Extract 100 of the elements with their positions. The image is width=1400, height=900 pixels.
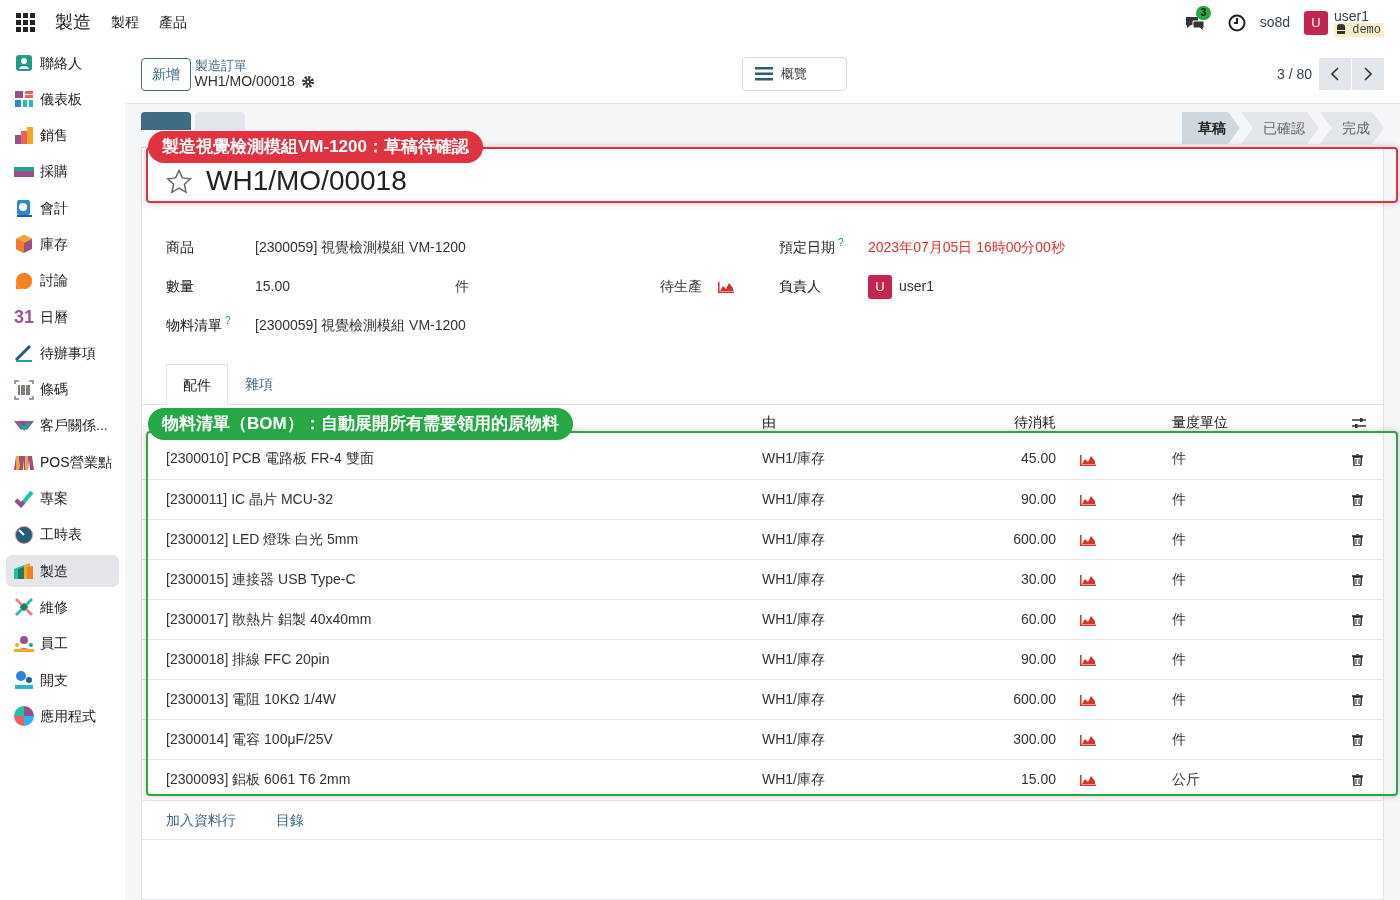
calendar-icon: 31	[14, 307, 35, 328]
tab[interactable]: 雜項	[228, 364, 290, 404]
sidebar-item[interactable]: 工時表	[6, 518, 119, 551]
location-cell: WH1/庫存	[762, 690, 825, 707]
product-cell: [2300014] 電容 100μF/25V	[166, 730, 333, 747]
chevron-left-icon	[1331, 67, 1339, 81]
column-header[interactable]: 量度單位	[1172, 413, 1228, 430]
product-cell: [2300012] LED 燈珠 白光 5mm	[166, 530, 359, 547]
field-value: [2300059] 視覺檢測模組 VM-1200	[255, 238, 466, 257]
sidebar-item[interactable]: 待辦事項	[6, 337, 119, 370]
sidebar-item[interactable]: 聯絡人	[6, 47, 119, 79]
sidebar-label: POS營業點	[40, 452, 112, 472]
next-button[interactable]	[1352, 58, 1384, 90]
star-icon[interactable]	[166, 168, 192, 194]
forecast-chart-icon[interactable]	[1080, 533, 1096, 546]
status-stage[interactable]: 已確認	[1241, 112, 1319, 144]
overview-button[interactable]: 概覽	[741, 57, 847, 91]
sidebar-label: 專案	[40, 489, 68, 509]
column-header[interactable]: 由	[762, 413, 776, 430]
app-title[interactable]: 製造	[55, 9, 91, 36]
sidebar-label: 工時表	[40, 525, 82, 545]
menu-icon	[754, 67, 773, 81]
forecast-chart-icon[interactable]	[1080, 773, 1096, 786]
sidebar-label: 聯絡人	[40, 53, 82, 73]
trash-icon[interactable]	[1352, 693, 1363, 706]
person-card-icon	[14, 53, 34, 73]
sidebar-label: 應用程式	[40, 706, 96, 726]
sidebar-item[interactable]: 31 日曆	[6, 301, 119, 334]
trash-icon[interactable]	[1352, 773, 1363, 786]
sidebar-item[interactable]: 應用程式	[6, 700, 119, 733]
forecast-chart-icon[interactable]	[1080, 573, 1096, 586]
tab[interactable]: 配件	[166, 364, 228, 405]
app-grid-icon[interactable]	[16, 13, 35, 32]
menu-item[interactable]: 製程	[111, 12, 139, 33]
product-cell: [2300011] IC 晶片 MCU-32	[166, 490, 334, 507]
column-header[interactable]: 待消耗	[1014, 413, 1056, 430]
sidebar-item[interactable]: 維修	[6, 591, 119, 624]
sidebar-item[interactable]: 製造	[6, 555, 119, 588]
catalog-link[interactable]: 目錄	[276, 809, 304, 831]
unit-cell: 件	[1172, 450, 1186, 467]
sidebar-label: 開支	[40, 670, 68, 690]
trash-icon[interactable]	[1352, 453, 1363, 466]
database-icon	[1337, 24, 1345, 35]
sidebar-item[interactable]: 條碼	[6, 373, 119, 406]
previous-button[interactable]	[1319, 58, 1351, 90]
breadcrumb-link[interactable]: 製造訂單	[194, 58, 314, 73]
sidebar-item[interactable]: 開支	[6, 664, 119, 697]
sidebar-item[interactable]: 專案	[6, 482, 119, 515]
company-name[interactable]: so8d	[1259, 12, 1290, 33]
sidebar-item[interactable]: 採購	[6, 155, 119, 188]
forecast-chart-icon[interactable]	[1080, 653, 1096, 666]
location-cell: WH1/庫存	[762, 770, 825, 787]
trash-icon[interactable]	[1352, 533, 1363, 546]
barcode-icon	[14, 379, 34, 400]
forecast-chart-icon[interactable]	[1080, 493, 1096, 506]
sidebar-item[interactable]: 員工	[6, 627, 119, 660]
new-button[interactable]: 新增	[141, 57, 191, 91]
trash-icon[interactable]	[1352, 613, 1363, 626]
forecast-chart-icon[interactable]	[718, 280, 734, 293]
sidebar-item[interactable]: 會計	[6, 192, 119, 225]
status-stage[interactable]: 完成	[1320, 112, 1384, 144]
message-count-badge: 3	[1195, 6, 1212, 20]
sidebar-label: 條碼	[40, 380, 68, 400]
add-line-link[interactable]: 加入資料行	[166, 809, 236, 831]
location-cell: WH1/庫存	[762, 530, 825, 547]
sidebar-item[interactable]: 銷售	[6, 119, 119, 152]
user-avatar[interactable]: U	[1304, 10, 1328, 35]
forecast-chart-icon[interactable]	[1080, 733, 1096, 746]
sidebar-item[interactable]: 客戶關係...	[6, 409, 119, 442]
gear-icon[interactable]	[301, 75, 314, 88]
forecast-chart-icon[interactable]	[1080, 453, 1096, 466]
user-avatar: U	[868, 274, 892, 299]
trash-icon[interactable]	[1352, 733, 1363, 746]
trash-icon[interactable]	[1352, 653, 1363, 666]
help-icon[interactable]: ?	[225, 315, 231, 326]
location-cell: WH1/庫存	[762, 650, 825, 667]
sidebar-label: 銷售	[40, 126, 68, 146]
chat-icon[interactable]	[1183, 14, 1206, 33]
field-label: 數量	[166, 277, 195, 296]
trash-icon[interactable]	[1352, 573, 1363, 586]
location-cell: WH1/庫存	[762, 570, 825, 587]
forecast-chart-icon[interactable]	[1080, 693, 1096, 706]
pager-text: 3 / 80	[1276, 64, 1312, 84]
menu-item[interactable]: 產品	[159, 12, 187, 33]
sidebar-item[interactable]: 儀表板	[6, 83, 119, 116]
product-cell: [2300015] 連接器 USB Type-C	[166, 570, 356, 587]
unit-cell: 件	[1172, 610, 1186, 627]
sidebar-label: 客戶關係...	[40, 416, 108, 436]
clock-icon[interactable]	[1227, 13, 1246, 32]
sidebar-item[interactable]: POS營業點	[6, 446, 119, 479]
field-value: user1	[899, 277, 935, 296]
cross-bandage-icon	[14, 597, 34, 618]
trash-icon[interactable]	[1352, 493, 1363, 506]
column-settings-icon[interactable]	[1352, 416, 1366, 429]
help-icon[interactable]: ?	[838, 237, 844, 248]
quantity-cell: 90.00	[1020, 490, 1056, 507]
sidebar-item[interactable]: 討論	[6, 264, 119, 297]
forecast-chart-icon[interactable]	[1080, 613, 1096, 626]
sidebar-item[interactable]: 庫存	[6, 228, 119, 261]
status-stage[interactable]: 草稿	[1182, 112, 1240, 144]
